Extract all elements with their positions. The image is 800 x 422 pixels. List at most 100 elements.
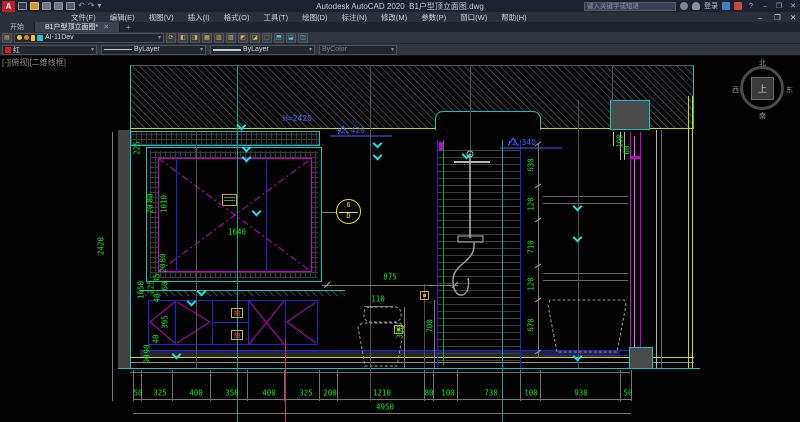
signin-label[interactable]: 登录 (704, 1, 718, 11)
save-icon[interactable] (42, 2, 51, 10)
menu-item[interactable]: 参数(P) (414, 12, 453, 23)
menu-item[interactable]: 绘图(D) (295, 12, 334, 23)
search-input[interactable]: 键入关键字或短语 (584, 2, 676, 11)
menu-item[interactable]: 工具(T) (257, 12, 296, 23)
lineweight-dropdown[interactable]: ByLayer ▾ (210, 45, 315, 55)
qat-dropdown-icon[interactable]: ▾ (97, 2, 101, 10)
dim-line-vertical-left (112, 132, 113, 401)
new-tab-button[interactable]: + (120, 23, 137, 32)
dim-extension-line (247, 370, 248, 401)
right-wall-finish (692, 96, 693, 368)
door-frame-line (640, 132, 641, 362)
color-dropdown[interactable]: 红 ▾ (2, 45, 97, 55)
mirror-divider-line (176, 158, 177, 272)
menu-item[interactable]: 插入(I) (181, 12, 217, 23)
left-wall-line (130, 65, 131, 368)
dim-line-row1 (133, 399, 631, 400)
dim-label: 60 (161, 281, 170, 290)
shower-fitting (439, 142, 443, 151)
menu-item[interactable]: 视图(V) (142, 12, 181, 23)
layer-tool-icon[interactable]: ⬚ (262, 33, 272, 43)
dim-label: 20 (146, 204, 155, 213)
layer-tool-icon[interactable]: ▧ (214, 33, 224, 43)
layer-tool-icon[interactable]: ◨ (190, 33, 200, 43)
menu-item[interactable]: 帮助(H) (494, 12, 533, 23)
dropdown-arrow-icon: ▾ (391, 46, 394, 53)
viewcube-west[interactable]: 西 (732, 85, 739, 95)
dim-label: 50 (623, 389, 632, 398)
autodesk-app-icon[interactable] (734, 2, 742, 10)
viewcube-east[interactable]: 东 (786, 85, 793, 95)
layer-tool-icon[interactable]: ◧ (178, 33, 188, 43)
plot-icon[interactable] (66, 2, 75, 10)
menu-item[interactable]: 修改(M) (374, 12, 414, 23)
layer-tool-icon[interactable]: ⬒ (274, 33, 284, 43)
doc-close-button[interactable]: ✕ (783, 13, 797, 22)
current-color-name: 红 (13, 45, 20, 55)
viewcube-north[interactable]: 北 (759, 58, 766, 68)
dim-label: 1640 (228, 228, 246, 237)
construction-line (196, 131, 197, 368)
undo-icon[interactable]: ↶ (78, 2, 85, 10)
dim-label: 710 (527, 240, 536, 254)
layer-tool-icon[interactable]: ⬓ (286, 33, 296, 43)
dim-extension-line (520, 370, 521, 401)
dim-label: 1010 (160, 195, 169, 213)
dim-extension-line (284, 370, 285, 401)
app-minimize-button[interactable]: – (760, 3, 770, 10)
layer-tool-icon[interactable]: ◩ (238, 33, 248, 43)
dim-line-110 (364, 306, 392, 307)
menu-item[interactable]: 编辑(E) (103, 12, 142, 23)
tab-start[interactable]: 开始 (0, 22, 35, 32)
layer-tool-icon[interactable]: ⟳ (166, 33, 176, 43)
shower-ceiling-recess (435, 111, 541, 130)
save-as-icon[interactable] (54, 2, 63, 10)
tab-close-icon[interactable]: ✕ (103, 23, 109, 31)
ceiling-height-label: H=2420 (283, 114, 312, 123)
drawing-canvas[interactable]: [-][俯视][二维线框] 6 D 抽 抽 (0, 56, 800, 422)
tab-document[interactable]: B1户型顶立面图*✕ (35, 22, 120, 32)
autocad-logo-icon[interactable]: A (2, 1, 15, 12)
viewcube-south[interactable]: 南 (759, 111, 766, 121)
cart-icon[interactable] (722, 2, 730, 10)
layer-tool-icon[interactable]: ◪ (250, 33, 260, 43)
level-marker-left: +2.420 (336, 126, 365, 135)
dim-label: 80 (424, 389, 433, 398)
user-icon[interactable] (692, 2, 700, 10)
color-swatch-red (5, 47, 11, 53)
viewcube-top-face[interactable]: 上 (751, 77, 774, 100)
app-restore-button[interactable]: ❐ (774, 2, 784, 10)
linetype-sample (104, 49, 132, 50)
new-file-icon[interactable] (18, 2, 27, 10)
dim-label: 700 (426, 319, 435, 333)
menu-item[interactable]: 标注(N) (335, 12, 374, 23)
layer-tool-icon[interactable]: ▦ (202, 33, 212, 43)
redo-icon[interactable]: ↷ (88, 2, 95, 10)
open-file-icon[interactable] (30, 2, 39, 10)
properties-toolbar: 红 ▾ ByLayer ▾ ByLayer ▾ ByColor ▾ (0, 44, 800, 56)
dim-extension-line (540, 370, 541, 401)
callout-number: 6 (337, 200, 360, 211)
menu-item[interactable]: 文件(F) (64, 12, 103, 23)
title-bar: A ↶ ↷ ▾ Autodesk AutoCAD 2020 B1户型顶立面图.d… (0, 0, 800, 12)
tile-joint (543, 203, 628, 204)
help-icon[interactable]: ? (746, 3, 756, 10)
dim-label: 2420 (97, 237, 106, 255)
linetype-dropdown[interactable]: ByLayer ▾ (101, 45, 206, 55)
menu-item[interactable]: 窗口(W) (453, 12, 494, 23)
app-close-button[interactable]: ✕ (788, 2, 798, 10)
doc-restore-button[interactable]: ❐ (767, 13, 781, 22)
menu-bar: 文件(F)编辑(E)视图(V)插入(I)格式(O)工具(T)绘图(D)标注(N)… (0, 12, 800, 22)
layer-dropdown[interactable]: AI-11Dev ▾ (14, 33, 164, 43)
menu-item[interactable]: 格式(O) (217, 12, 257, 23)
layer-tool-icon[interactable]: ◫ (298, 33, 308, 43)
left-wall-section (118, 130, 130, 368)
layer-tool-icon[interactable]: ▨ (226, 33, 236, 43)
search-icon[interactable] (680, 2, 688, 10)
current-linetype: ByLayer (134, 46, 160, 53)
layer-properties-icon[interactable]: ▤ (2, 33, 12, 43)
viewcube[interactable]: 北 南 西 东 上 (734, 60, 792, 118)
viewport-controls[interactable]: [-][俯视][二维线框] (2, 57, 66, 68)
callout-leader-line (322, 212, 337, 213)
doc-minimize-button[interactable]: – (751, 13, 765, 22)
